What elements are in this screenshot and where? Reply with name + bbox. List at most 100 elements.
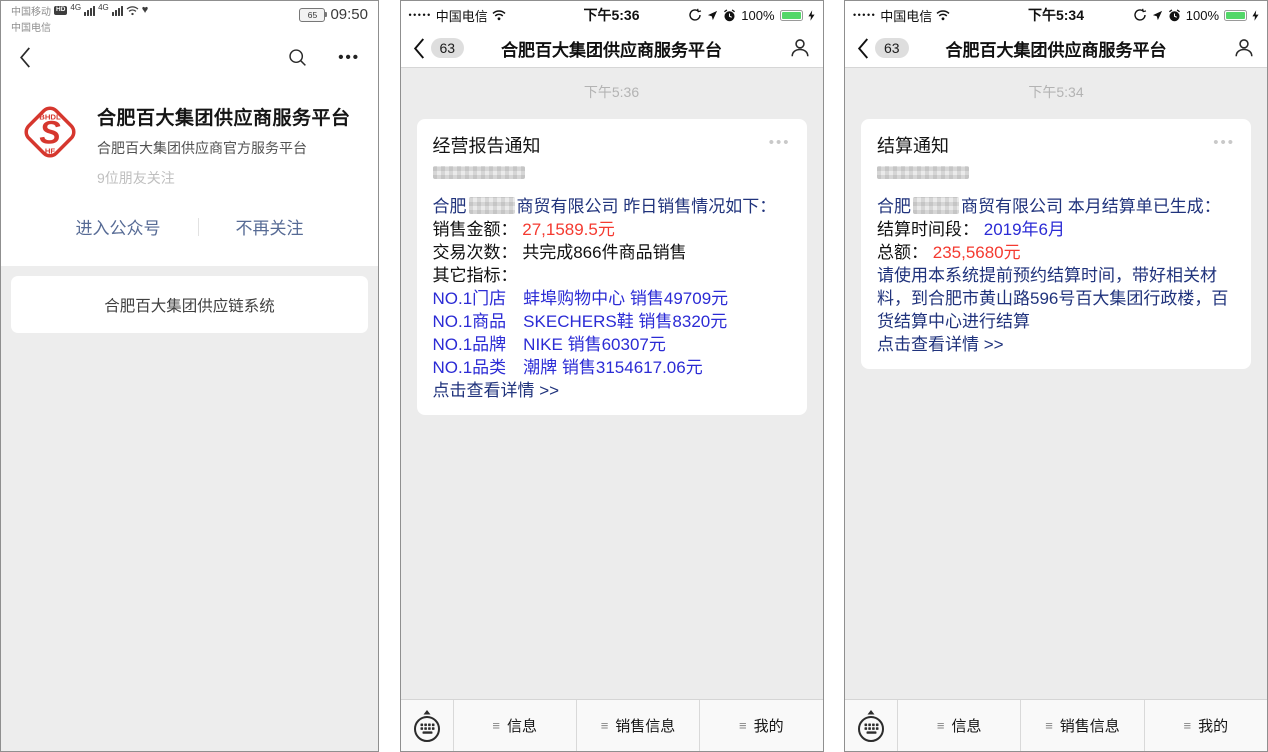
followers-count: 9位朋友关注 (97, 168, 351, 188)
menu-lines-icon: ≡ (937, 718, 945, 733)
unfollow-button[interactable]: 不再关注 (236, 214, 304, 239)
message-body: 合肥商贸有限公司 昨日销售情况如下：销售金额： 27,1589.5元交易次数： … (433, 195, 791, 402)
carrier-primary: 中国移动 (11, 3, 51, 18)
chat-title: 合肥百大集团供应商服务平台 (501, 36, 722, 61)
bottom-menu-bar: ≡ 信息 ≡ 销售信息 ≡ 我的 (845, 699, 1267, 751)
message-text: 请使用本系统提前预约结算时间，带好相关材料，到合肥市黄山路596号百大集团行政楼… (877, 266, 1228, 331)
status-time: 下午5:36 (583, 5, 639, 25)
more-options-icon[interactable]: ••• (338, 49, 360, 66)
wifi-icon (492, 10, 506, 21)
chat-timestamp: 下午5:36 (401, 82, 823, 102)
view-details-link-line[interactable]: 点击查看详情 >> (877, 333, 1235, 356)
tab-mine[interactable]: ≡ 我的 (699, 700, 822, 751)
status-left-cluster: ••••• 中国电信 (853, 6, 950, 25)
more-options-icon[interactable]: ••• (769, 132, 791, 153)
status-right-cluster: 100% (1133, 8, 1259, 23)
message-line: NO.1品牌 NIKE 销售60307元 (433, 333, 791, 356)
menu-lines-icon: ≡ (739, 718, 747, 733)
charging-bolt-icon (808, 10, 815, 21)
supply-chain-system-link[interactable]: 合肥百大集团供应链系统 (11, 276, 368, 333)
more-options-icon[interactable]: ••• (1213, 132, 1235, 153)
message-line: 其它指标： (433, 264, 791, 287)
battery-icon (780, 10, 803, 21)
censored-text (877, 166, 969, 179)
ios-status-bar: ••••• 中国电信 下午5:34 100% (845, 1, 1267, 29)
tab-info[interactable]: ≡ 信息 (454, 700, 576, 751)
chat-nav-bar: 63 合肥百大集团供应商服务平台 (845, 29, 1267, 68)
view-details-link[interactable]: 点击查看详情 >> (877, 335, 1004, 354)
rotation-lock-icon (1133, 8, 1147, 22)
wifi-icon (126, 6, 139, 16)
chat-area: 下午5:34 结算通知 ••• 合肥商贸有限公司 本月结算单已生成：结算时间段：… (845, 68, 1267, 699)
message-body: 合肥 商贸有限公司 本月结算单已生成： 结算时间段： 2019年6月总额： 235,… (877, 195, 1235, 356)
tab-sales-info[interactable]: ≡ 销售信息 (1020, 700, 1143, 751)
message-text: NO.1商品 SKECHERS鞋 销售8320元 (433, 312, 728, 331)
menu-lines-icon: ≡ (1045, 718, 1053, 733)
status-left-cluster: ••••• 中国电信 (409, 6, 506, 25)
message-line: 总额： 235,5680元 (877, 241, 1235, 264)
location-icon (707, 10, 718, 21)
censored-text (913, 197, 959, 214)
view-details-link-line[interactable]: 点击查看详情 >> (433, 379, 791, 402)
menu-lines-icon: ≡ (492, 718, 500, 733)
message-line: NO.1品类 潮牌 销售3154617.06元 (433, 356, 791, 379)
message-line: NO.1商品 SKECHERS鞋 销售8320元 (433, 310, 791, 333)
tab-label: 信息 (951, 715, 981, 736)
search-icon[interactable] (287, 47, 308, 68)
android-nav-bar: ••• (1, 35, 378, 79)
unread-count-badge: 63 (875, 38, 909, 59)
message-line: 合肥商贸有限公司 昨日销售情况如下： (433, 195, 791, 218)
censored-text (469, 197, 515, 214)
message-text: 2019年6月 (984, 220, 1065, 239)
tab-info[interactable]: ≡ 信息 (898, 700, 1020, 751)
signal-bars-icon (84, 6, 95, 16)
censored-text (433, 166, 525, 179)
phone-middle-report-chat: ••••• 中国电信 下午5:36 100% (400, 0, 824, 752)
chat-timestamp: 下午5:34 (845, 82, 1267, 102)
logo-top-text: BHDL (39, 112, 61, 121)
battery-indicator: 65 (299, 8, 325, 22)
back-button[interactable]: 63 (857, 38, 909, 59)
view-details-link[interactable]: 点击查看详情 >> (433, 381, 560, 400)
unread-count-badge: 63 (431, 38, 465, 59)
keyboard-toggle-icon[interactable] (401, 700, 454, 751)
message-title: 经营报告通知 (433, 132, 541, 158)
tab-label: 销售信息 (615, 715, 675, 736)
enter-account-button[interactable]: 进入公众号 (76, 214, 161, 239)
message-header: 经营报告通知 ••• (433, 132, 791, 158)
bottom-menu-bar: ≡ 信息 ≡ 销售信息 ≡ 我的 (401, 699, 823, 751)
carrier-label: 中国电信 (880, 6, 932, 25)
account-description: 合肥百大集团供应商官方服务平台 (97, 138, 351, 158)
message-line: 请使用本系统提前预约结算时间，带好相关材料，到合肥市黄山路596号百大集团行政楼… (877, 264, 1235, 333)
message-line: 交易次数： 共完成866件商品销售 (433, 241, 791, 264)
android-status-bar: 中国移动 HD 4G 4G ♥ 中国电信 65 09:50 (1, 1, 378, 35)
person-icon[interactable] (789, 37, 811, 59)
wifi-icon (936, 10, 950, 21)
tab-label: 销售信息 (1060, 715, 1120, 736)
chat-area: 下午5:36 经营报告通知 ••• 合肥商贸有限公司 昨日销售情况如下：销售金额… (401, 68, 823, 699)
keyboard-toggle-icon[interactable] (845, 700, 898, 751)
phone-left-account-profile: 中国移动 HD 4G 4G ♥ 中国电信 65 09:50 (0, 0, 379, 752)
account-actions: 进入公众号 不再关注 (1, 188, 378, 266)
hd-badge: HD (54, 6, 67, 15)
message-card-report[interactable]: 经营报告通知 ••• 合肥商贸有限公司 昨日销售情况如下：销售金额： 27,15… (417, 119, 807, 415)
message-text: 235,5680元 (933, 243, 1021, 262)
message-text: 商贸有限公司 本月结算单已生成： (961, 197, 1221, 216)
tab-label: 我的 (1198, 715, 1228, 736)
message-text: 结算时间段： (877, 220, 984, 239)
back-button[interactable]: 63 (413, 38, 465, 59)
back-icon[interactable] (19, 47, 31, 68)
status-right-cluster: 65 09:50 (299, 6, 368, 23)
charging-bolt-icon (1252, 10, 1259, 21)
message-card-settlement[interactable]: 结算通知 ••• 合肥商贸有限公司 本月结算单已生成：结算时间段： 2019年6… (861, 119, 1251, 369)
tab-mine[interactable]: ≡ 我的 (1144, 700, 1267, 751)
account-profile-header: S BHDL HF 合肥百大集团供应商服务平台 合肥百大集团供应商官方服务平台 … (1, 79, 378, 188)
tab-label: 我的 (754, 715, 784, 736)
message-text: 合肥 (877, 197, 911, 216)
message-line: 销售金额： 27,1589.5元 (433, 218, 791, 241)
tab-sales-info[interactable]: ≡ 销售信息 (576, 700, 699, 751)
message-text: NO.1品牌 NIKE 销售60307元 (433, 335, 666, 354)
rotation-lock-icon (688, 8, 702, 22)
person-icon[interactable] (1233, 37, 1255, 59)
message-text: 交易次数： 共完成866件商品销售 (433, 243, 687, 262)
